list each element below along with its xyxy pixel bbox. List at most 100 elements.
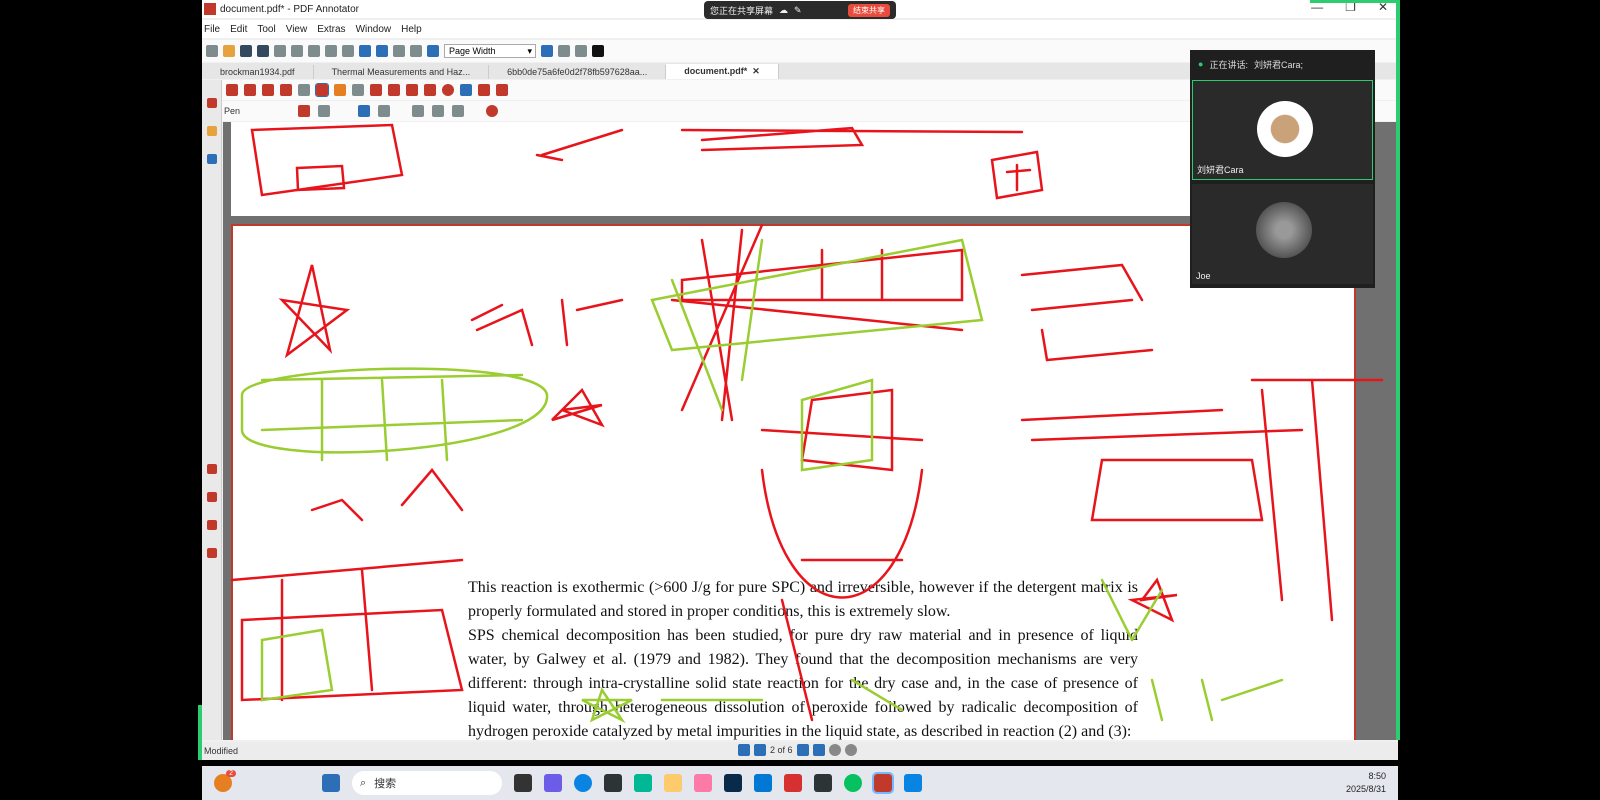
- cloud-icon[interactable]: ☁: [779, 5, 788, 16]
- text-icon[interactable]: [412, 105, 425, 117]
- menu-tool[interactable]: Tool: [257, 24, 275, 35]
- smooth-icon[interactable]: [358, 105, 371, 117]
- underline-icon[interactable]: [452, 105, 465, 117]
- strikeout-icon[interactable]: [432, 105, 445, 117]
- menu-extras[interactable]: Extras: [317, 24, 345, 35]
- sum-icon[interactable]: [478, 84, 490, 96]
- page-2: This reaction is exothermic (>600 J/g fo…: [231, 224, 1356, 740]
- next-page-icon[interactable]: [796, 744, 809, 756]
- photos-icon[interactable]: [904, 774, 922, 792]
- hand-icon[interactable]: [280, 84, 292, 96]
- participant-name: 刘妍君Cara: [1197, 165, 1244, 175]
- print-icon[interactable]: [274, 45, 286, 57]
- page-indicator[interactable]: 2 of 6: [770, 745, 793, 755]
- menu-edit[interactable]: Edit: [230, 24, 247, 35]
- single-page-icon[interactable]: [558, 45, 570, 57]
- screen: document.pdf* - PDF Annotator — ❐ ✕ 您正在共…: [0, 0, 1600, 800]
- save-all-icon[interactable]: [257, 45, 269, 57]
- participant-tile-cara[interactable]: 刘妍君Cara: [1192, 80, 1373, 180]
- edge-icon[interactable]: [574, 774, 592, 792]
- end-share-button[interactable]: 结束共享: [848, 3, 890, 17]
- participant-name: Joe: [1196, 271, 1211, 281]
- select-text-icon[interactable]: [244, 84, 256, 96]
- pen-icon[interactable]: [315, 83, 329, 97]
- close-tab-icon[interactable]: ✕: [750, 66, 760, 76]
- photoshop-icon[interactable]: [724, 774, 742, 792]
- system-tray-clock[interactable]: 8:50 2025/8/31: [1346, 770, 1386, 796]
- two-page-icon[interactable]: [575, 45, 587, 57]
- line-icon[interactable]: [388, 84, 400, 96]
- wps-icon[interactable]: [784, 774, 802, 792]
- last-page-icon[interactable]: [812, 744, 825, 756]
- fullscreen-icon[interactable]: [592, 45, 604, 57]
- tab-document[interactable]: document.pdf* ✕: [666, 64, 779, 79]
- feishu-icon[interactable]: [634, 774, 652, 792]
- prev-page-icon[interactable]: [754, 744, 766, 756]
- heart-favorite-icon[interactable]: [206, 464, 217, 474]
- app-icon-pink[interactable]: [694, 774, 712, 792]
- forward-icon[interactable]: [844, 744, 857, 756]
- zoom-in-icon[interactable]: [541, 45, 553, 57]
- store-icon[interactable]: [604, 774, 622, 792]
- cut-icon[interactable]: [291, 45, 303, 57]
- explorer-icon[interactable]: [664, 774, 682, 792]
- back-icon[interactable]: [828, 744, 841, 756]
- fit-icon[interactable]: [427, 45, 439, 57]
- select-icon[interactable]: [226, 84, 238, 96]
- outlook-icon[interactable]: [754, 774, 772, 792]
- media-icon[interactable]: [814, 774, 832, 792]
- stamp-icon[interactable]: [370, 84, 382, 96]
- zoom-select[interactable]: Page Width ▾: [444, 44, 536, 58]
- save-icon[interactable]: [240, 45, 252, 57]
- share-border-right: [1396, 0, 1400, 740]
- search-placeholder: 搜索: [374, 778, 397, 790]
- weather-icon[interactable]: 2: [214, 770, 236, 792]
- menu-file[interactable]: File: [204, 24, 220, 35]
- redo-icon[interactable]: [376, 45, 388, 57]
- delete-icon[interactable]: [342, 45, 354, 57]
- page-icon[interactable]: [410, 45, 422, 57]
- tab-thermal[interactable]: Thermal Measurements and Haz...: [314, 65, 490, 79]
- tool-name: Pen: [224, 106, 241, 116]
- copilot-icon[interactable]: [544, 774, 562, 792]
- undo-icon[interactable]: [359, 45, 371, 57]
- favorite-highlight-icon[interactable]: [206, 520, 217, 530]
- taskbar-search[interactable]: ⌕ 搜索: [352, 771, 502, 795]
- eraser-icon[interactable]: [262, 84, 274, 96]
- ellipse-icon[interactable]: [442, 84, 454, 96]
- favorite-stamp-icon[interactable]: [206, 548, 217, 558]
- wechat-icon[interactable]: [844, 774, 862, 792]
- new-icon[interactable]: [206, 45, 218, 57]
- favorite-marker-icon[interactable]: [206, 492, 217, 502]
- share-border-left: [198, 705, 202, 760]
- pen-color-icon[interactable]: [298, 105, 311, 117]
- tab-6bb0de[interactable]: 6bb0de75a6fe0d2f78fb597628aa...: [489, 65, 667, 79]
- attachment-icon[interactable]: [206, 154, 217, 164]
- menu-window[interactable]: Window: [356, 24, 392, 35]
- open-icon[interactable]: [223, 45, 235, 57]
- recolor-icon[interactable]: [486, 105, 499, 117]
- highlighter-icon[interactable]: [334, 84, 346, 96]
- paste-icon[interactable]: [325, 45, 337, 57]
- pressure-icon[interactable]: [378, 105, 391, 117]
- menu-view[interactable]: View: [286, 24, 308, 35]
- arrow-icon[interactable]: [406, 84, 418, 96]
- folder-icon[interactable]: [206, 126, 217, 136]
- menu-help[interactable]: Help: [401, 24, 422, 35]
- copy-icon[interactable]: [308, 45, 320, 57]
- favorite-pen-icon[interactable]: [206, 98, 217, 108]
- rectangle-icon[interactable]: [424, 84, 436, 96]
- zoom-icon[interactable]: [298, 84, 310, 96]
- pdf-annotator-icon[interactable]: [872, 772, 894, 794]
- line-width-icon[interactable]: [318, 105, 331, 117]
- participant-tile-joe[interactable]: Joe: [1192, 184, 1373, 284]
- text-box-icon[interactable]: [352, 84, 364, 96]
- heart-icon[interactable]: [496, 84, 508, 96]
- find-icon[interactable]: [393, 45, 405, 57]
- taskview-icon[interactable]: [514, 774, 532, 792]
- first-page-icon[interactable]: [738, 744, 750, 756]
- tab-brockman[interactable]: brockman1934.pdf: [202, 65, 314, 79]
- annotate-icon[interactable]: ✎: [794, 5, 802, 16]
- link-icon[interactable]: [460, 84, 472, 96]
- start-icon[interactable]: [322, 774, 340, 792]
